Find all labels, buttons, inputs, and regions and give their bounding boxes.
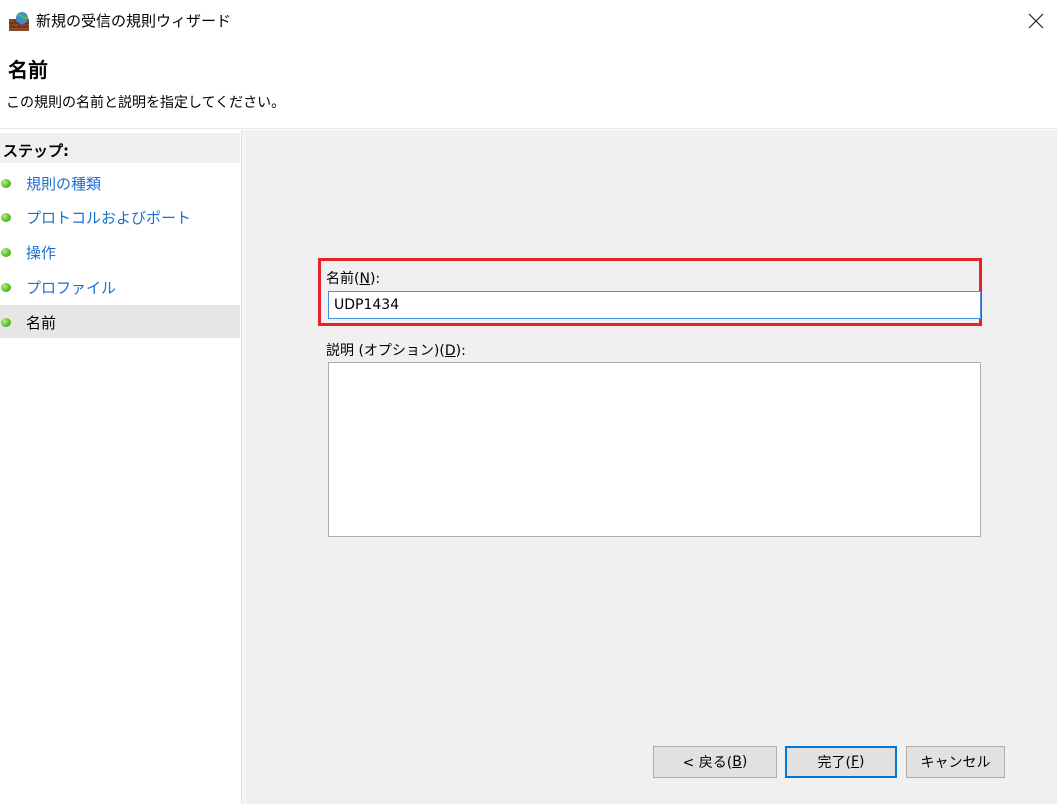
sidebar-item-label: 規則の種類 xyxy=(26,175,102,193)
step-status-icon xyxy=(1,283,11,292)
sidebar-item-action[interactable]: 操作 xyxy=(0,235,240,268)
step-status-icon xyxy=(1,213,11,222)
name-label-key: N xyxy=(359,271,370,287)
finish-label-key: F xyxy=(850,754,860,770)
sidebar-item-protocol-port[interactable]: プロトコルおよびポート xyxy=(0,200,240,233)
window-title: 新規の受信の規則ウィザード xyxy=(36,12,232,30)
sidebar-item-profile[interactable]: プロファイル xyxy=(0,270,240,303)
sidebar-item-label: プロファイル xyxy=(26,279,117,297)
sidebar-item-rule-type[interactable]: 規則の種類 xyxy=(0,166,240,199)
name-label: 名前(N): xyxy=(326,268,380,288)
cancel-button[interactable]: キャンセル xyxy=(906,746,1005,778)
step-status-icon xyxy=(1,248,11,257)
close-button[interactable] xyxy=(1018,4,1054,38)
page-subtitle: この規則の名前と説明を指定してください。 xyxy=(6,95,286,111)
sidebar-item-label: プロトコルおよびポート xyxy=(26,209,192,227)
description-label: 説明 (オプション)(D): xyxy=(326,340,466,360)
close-icon xyxy=(1028,13,1044,29)
name-label-suffix: ): xyxy=(369,271,381,287)
sidebar-item-label: 操作 xyxy=(26,244,57,262)
description-label-prefix: 説明 (オプション)( xyxy=(326,343,445,359)
sidebar-item-label: 名前 xyxy=(26,314,57,332)
step-status-icon xyxy=(1,318,11,327)
step-status-icon xyxy=(1,179,11,188)
steps-label: ステップ: xyxy=(3,142,69,160)
back-label-suffix: ) xyxy=(741,754,748,770)
finish-button[interactable]: 完了(F) xyxy=(785,746,897,778)
description-textarea[interactable] xyxy=(328,362,981,537)
header-divider xyxy=(0,128,1057,129)
sidebar-item-name[interactable]: 名前 xyxy=(0,305,240,338)
firewall-icon xyxy=(8,10,30,32)
finish-label-suffix: ) xyxy=(859,754,865,770)
back-label-prefix: < 戻る( xyxy=(682,755,733,771)
page-title: 名前 xyxy=(8,58,48,82)
description-label-suffix: ): xyxy=(455,343,466,359)
name-input[interactable]: UDP1434 xyxy=(328,291,981,319)
description-label-key: D xyxy=(444,343,456,359)
name-label-prefix: 名前( xyxy=(326,271,360,287)
back-button[interactable]: < 戻る(B) xyxy=(653,746,777,778)
finish-label-prefix: 完了( xyxy=(817,755,851,771)
back-label-key: B xyxy=(732,754,742,770)
